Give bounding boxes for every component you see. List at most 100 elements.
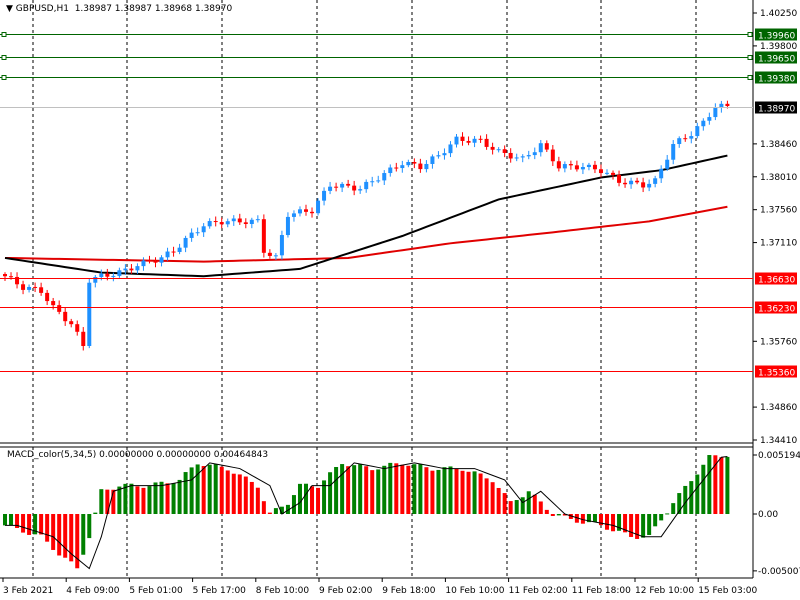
macd-bar xyxy=(460,470,465,514)
macd-bar xyxy=(304,483,308,514)
macd-v1: 0.00000000 xyxy=(99,450,154,460)
candle-body xyxy=(677,138,682,145)
candle-body xyxy=(135,266,140,271)
candle-body xyxy=(635,180,640,183)
moving-average-red xyxy=(4,205,728,263)
macd-bar xyxy=(147,486,152,514)
y-tick-label: 1.34860 xyxy=(760,403,797,413)
macd-bar xyxy=(550,514,555,517)
candle-body xyxy=(562,164,567,169)
macd-bar xyxy=(605,514,609,530)
candle-body xyxy=(105,273,110,277)
candle-body xyxy=(580,167,585,170)
macd-bar xyxy=(412,464,417,514)
macd-bar xyxy=(376,469,381,514)
candle-body xyxy=(340,183,345,188)
macd-bar xyxy=(514,500,519,514)
candle-body xyxy=(412,162,417,164)
y-tick-label: 1.34410 xyxy=(760,436,797,446)
price-level-label: 1.38970 xyxy=(758,105,795,115)
candle-body xyxy=(322,190,327,201)
candle-body xyxy=(400,165,405,169)
y-tick-label: 1.39800 xyxy=(760,42,797,52)
candle-body xyxy=(195,232,200,234)
macd-bar xyxy=(117,486,122,514)
macd-bar xyxy=(81,514,86,555)
candle-body xyxy=(592,164,597,170)
macd-bar xyxy=(370,470,375,514)
candle-body xyxy=(99,273,104,277)
macd-bar xyxy=(195,464,200,514)
symbol-label: GBPUSD,H1 xyxy=(15,4,69,14)
price-level-label: 1.39380 xyxy=(758,75,795,85)
candle-body xyxy=(611,172,616,175)
candle-body xyxy=(550,149,555,162)
macd-bar xyxy=(484,478,489,514)
x-tick-label: 15 Feb 03:00 xyxy=(698,586,757,596)
price-chart[interactable]: 1.40250 1.39800 1.38460 1.38010 1.37560 1.371… xyxy=(0,0,800,600)
price-level-label: 1.39650 xyxy=(758,55,795,65)
candle-body xyxy=(255,219,260,221)
macd-bar xyxy=(171,483,176,514)
macd-bar xyxy=(346,466,351,514)
macd-bar xyxy=(364,466,369,514)
candle-body xyxy=(538,143,543,153)
candle-body xyxy=(442,153,447,156)
x-tick-label: 12 Feb 10:00 xyxy=(635,586,694,596)
candle-body xyxy=(21,284,26,290)
candle-body xyxy=(647,183,652,188)
candle-body xyxy=(273,255,278,257)
macd-bar xyxy=(291,495,296,514)
macd-v2: 0.00000000 xyxy=(156,450,211,460)
chart-window[interactable]: 1.40250 1.39800 1.38460 1.38010 1.37560 1.371… xyxy=(0,0,800,600)
macd-bar xyxy=(141,487,146,514)
macd-bar xyxy=(249,481,254,514)
candle-body xyxy=(532,152,537,156)
candle-body xyxy=(213,221,218,223)
candle-body xyxy=(725,103,730,106)
macd-bar xyxy=(310,486,315,514)
candle-body xyxy=(382,173,387,181)
candle-body xyxy=(183,237,188,248)
macd-bar xyxy=(267,512,272,514)
candle-body xyxy=(9,276,14,278)
level-handle xyxy=(747,75,753,80)
candle-body xyxy=(406,162,411,166)
macd-bar xyxy=(538,501,543,514)
candle-body xyxy=(623,182,628,185)
candle-body xyxy=(472,138,477,143)
macd-bar xyxy=(213,464,218,514)
candle-body xyxy=(243,222,248,225)
macd-bar xyxy=(189,467,194,514)
macd-bar xyxy=(526,491,531,514)
macd-bar xyxy=(611,514,616,532)
macd-bar xyxy=(556,514,561,516)
macd-bar xyxy=(3,514,7,526)
macd-bar xyxy=(153,482,158,514)
candle-body xyxy=(291,213,296,217)
candle-body xyxy=(641,182,646,188)
macd-bar xyxy=(719,457,724,514)
candle-body xyxy=(177,247,182,252)
macd-bar xyxy=(406,465,411,514)
candle-body xyxy=(249,219,254,225)
candle-body xyxy=(370,181,375,183)
candle-body xyxy=(261,219,266,253)
candle-body xyxy=(63,311,68,322)
price-level-label: 1.36630 xyxy=(758,276,795,286)
candle-body xyxy=(111,275,116,277)
macd-bar xyxy=(316,487,321,514)
macd-bar xyxy=(243,476,248,514)
candle-body xyxy=(39,287,44,293)
level-handle xyxy=(747,32,753,37)
candle-body xyxy=(334,186,339,188)
macd-bar xyxy=(641,514,646,538)
y-tick-label: 1.37110 xyxy=(760,239,797,249)
candle-body xyxy=(93,276,98,283)
candle-body xyxy=(707,117,712,121)
candle-body xyxy=(352,185,357,191)
y-tick-label: 1.35760 xyxy=(760,337,797,347)
macd-bar xyxy=(430,470,435,514)
macd-bar xyxy=(51,514,56,550)
candle-body xyxy=(117,270,122,276)
